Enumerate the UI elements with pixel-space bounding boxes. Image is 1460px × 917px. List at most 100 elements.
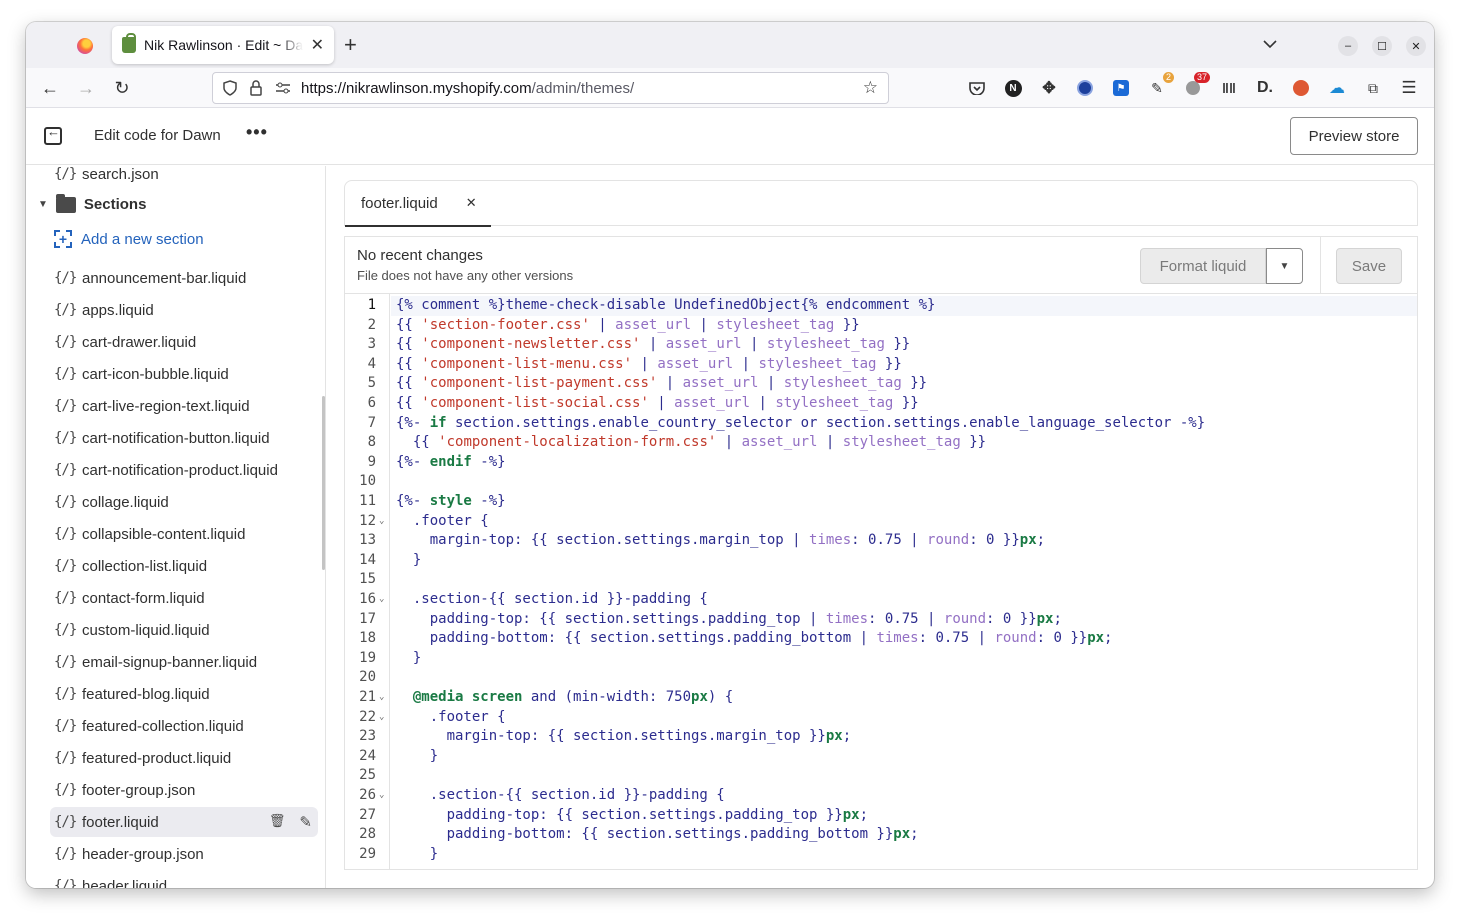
- permissions-icon[interactable]: [275, 81, 291, 95]
- file-label: search.json: [82, 166, 159, 183]
- delete-icon[interactable]: 🗑: [269, 813, 286, 831]
- file-label: collection-list.liquid: [82, 557, 208, 575]
- format-liquid-button[interactable]: Format liquid: [1140, 248, 1266, 284]
- line-number: 18: [359, 630, 376, 647]
- sidebar-file-item[interactable]: {/} collage.liquid: [50, 487, 318, 517]
- exit-editor-icon[interactable]: [44, 124, 62, 145]
- sidebar-file-item[interactable]: {/} collection-list.liquid: [50, 551, 318, 581]
- minimize-button[interactable]: –: [1338, 36, 1358, 56]
- url-path: /admin/themes/: [531, 79, 635, 97]
- line-number: 28: [359, 826, 376, 843]
- sidebar-file-item[interactable]: {/} header.liquid: [50, 871, 318, 889]
- extension-blue-icon[interactable]: ⚑: [1110, 77, 1132, 99]
- extension-counter-count: 37: [1193, 72, 1210, 83]
- sidebar-file-item[interactable]: {/} email-signup-banner.liquid: [50, 647, 318, 677]
- status-subtitle: File does not have any other versions: [357, 268, 574, 283]
- close-tab-icon[interactable]: ✕: [311, 35, 324, 55]
- bookmark-star-icon[interactable]: ☆: [863, 78, 878, 98]
- code-line: {{ 'component-list-menu.css' | asset_url…: [396, 355, 902, 372]
- format-dropdown-button[interactable]: ▼: [1266, 248, 1303, 284]
- reload-icon[interactable]: ↻: [110, 76, 134, 100]
- line-number: 24: [359, 747, 376, 764]
- sidebar-file-item[interactable]: {/} featured-product.liquid: [50, 743, 318, 773]
- line-number: 17: [359, 610, 376, 627]
- code-line: {{ 'section-footer.css' | asset_url | st…: [396, 316, 860, 333]
- sidebar-file-item[interactable]: {/} featured-collection.liquid: [50, 711, 318, 741]
- sidebar-file-item[interactable]: {/} cart-notification-product.liquid: [50, 455, 318, 485]
- extensions-puzzle-icon[interactable]: ⧉: [1362, 77, 1384, 99]
- firefox-view-button[interactable]: [70, 34, 100, 58]
- code-line: .footer {: [396, 512, 489, 529]
- file-label: cart-icon-bubble.liquid: [82, 365, 229, 383]
- extension-counter-icon[interactable]: 37: [1182, 72, 1210, 99]
- new-tab-button[interactable]: +: [344, 34, 357, 56]
- sidebar-file-item[interactable]: {/} cart-drawer.liquid: [50, 327, 318, 357]
- menu-icon[interactable]: ☰: [1398, 77, 1420, 99]
- file-label: footer-group.json: [82, 781, 196, 799]
- add-section-link[interactable]: + Add a new section: [54, 230, 204, 248]
- cloud-icon[interactable]: ☁: [1326, 77, 1348, 99]
- fold-chevron-icon[interactable]: ⌄: [379, 688, 384, 708]
- code-line: padding-bottom: {{ section.settings.padd…: [396, 630, 1113, 647]
- nav-bar: ← → ↻ https://nikrawlinson.myshopify.com…: [26, 68, 1434, 108]
- sidebar-file-item[interactable]: {/} footer.liquid 🗑 ✎: [50, 807, 318, 837]
- code-editor[interactable]: 1 2 3 4 5 6 7 8 9 10 11 12 ⌄ 13 14 15 16 ⌄ 17 18 19 20 21 ⌄ 22 ⌄ 2…: [344, 294, 1418, 870]
- line-number: 22: [359, 708, 376, 725]
- close-window-button[interactable]: ✕: [1406, 36, 1426, 56]
- code-line: {{ 'component-localization-form.css' | a…: [396, 434, 987, 451]
- browser-tab[interactable]: Nik Rawlinson · Edit ~ Dawn ✕: [112, 26, 334, 64]
- sidebar-file-item[interactable]: {/} cart-live-region-text.liquid: [50, 391, 318, 421]
- folder-sections[interactable]: ▼ Sections: [38, 193, 146, 213]
- sidebar-file-item[interactable]: {/} custom-liquid.liquid: [50, 615, 318, 645]
- tab-list-icon[interactable]: [1262, 36, 1278, 52]
- file-item-search-json[interactable]: {/} search.json: [50, 166, 318, 189]
- sidebar-file-item[interactable]: {/} cart-notification-button.liquid: [50, 423, 318, 453]
- pocket-icon[interactable]: [966, 77, 988, 99]
- extension-globe-icon[interactable]: [1074, 77, 1096, 99]
- sidebar-file-item[interactable]: {/} featured-blog.liquid: [50, 679, 318, 709]
- notion-extension-icon[interactable]: N: [1002, 77, 1024, 99]
- extension-badge-icon[interactable]: ✎ 2: [1146, 72, 1174, 99]
- lock-icon[interactable]: [249, 80, 263, 96]
- liquid-file-icon: {/}: [54, 846, 77, 862]
- rename-pencil-icon[interactable]: ✎: [299, 813, 312, 831]
- sidebar-file-item[interactable]: {/} cart-icon-bubble.liquid: [50, 359, 318, 389]
- tab-title: Nik Rawlinson · Edit ~ Dawn: [144, 37, 303, 53]
- close-icon[interactable]: ✕: [466, 195, 477, 211]
- file-label: cart-drawer.liquid: [82, 333, 197, 351]
- url-bar[interactable]: https://nikrawlinson.myshopify.com/admin…: [212, 72, 889, 104]
- extension-d-icon[interactable]: D.: [1254, 77, 1276, 99]
- fold-chevron-icon[interactable]: ⌄: [379, 512, 384, 532]
- maximize-button[interactable]: ☐: [1372, 36, 1392, 56]
- back-icon[interactable]: ←: [38, 76, 62, 100]
- preview-store-button[interactable]: Preview store: [1290, 117, 1418, 155]
- fold-chevron-icon[interactable]: ⌄: [379, 786, 384, 806]
- file-sidebar: {/} search.json ▼ Sections + Add a new s…: [26, 166, 326, 888]
- extension-claw-icon[interactable]: ✥: [1038, 77, 1060, 99]
- sidebar-file-item[interactable]: {/} announcement-bar.liquid: [50, 263, 318, 293]
- code-line: {{ 'component-newsletter.css' | asset_ur…: [396, 336, 911, 353]
- liquid-file-icon: {/}: [54, 366, 77, 382]
- forward-icon[interactable]: →: [74, 76, 98, 100]
- file-label: featured-product.liquid: [82, 749, 232, 767]
- save-button[interactable]: Save: [1336, 248, 1402, 284]
- sidebar-file-item[interactable]: {/} footer-group.json: [50, 775, 318, 805]
- editor-tab-footer[interactable]: footer.liquid ✕: [345, 181, 491, 227]
- editor-panel: footer.liquid ✕ No recent changes File d…: [344, 180, 1418, 870]
- sidebar-scrollbar[interactable]: [322, 396, 325, 570]
- line-number: 14: [359, 551, 376, 568]
- liquid-file-icon: {/}: [54, 526, 77, 542]
- duckduckgo-icon[interactable]: [1290, 77, 1312, 99]
- sidebar-file-item[interactable]: {/} header-group.json: [50, 839, 318, 869]
- sidebar-file-item[interactable]: {/} apps.liquid: [50, 295, 318, 325]
- shield-icon[interactable]: [223, 80, 237, 96]
- line-number: 7: [367, 414, 376, 431]
- add-section-label: Add a new section: [81, 230, 204, 248]
- liquid-file-icon: {/}: [54, 718, 77, 734]
- fold-chevron-icon[interactable]: ⌄: [379, 590, 384, 610]
- fold-chevron-icon[interactable]: ⌄: [379, 708, 384, 728]
- sidebar-file-item[interactable]: {/} collapsible-content.liquid: [50, 519, 318, 549]
- sidebar-file-item[interactable]: {/} contact-form.liquid: [50, 583, 318, 613]
- more-actions-button[interactable]: •••: [246, 122, 268, 143]
- extension-grid-icon[interactable]: ‖‖: [1218, 77, 1240, 99]
